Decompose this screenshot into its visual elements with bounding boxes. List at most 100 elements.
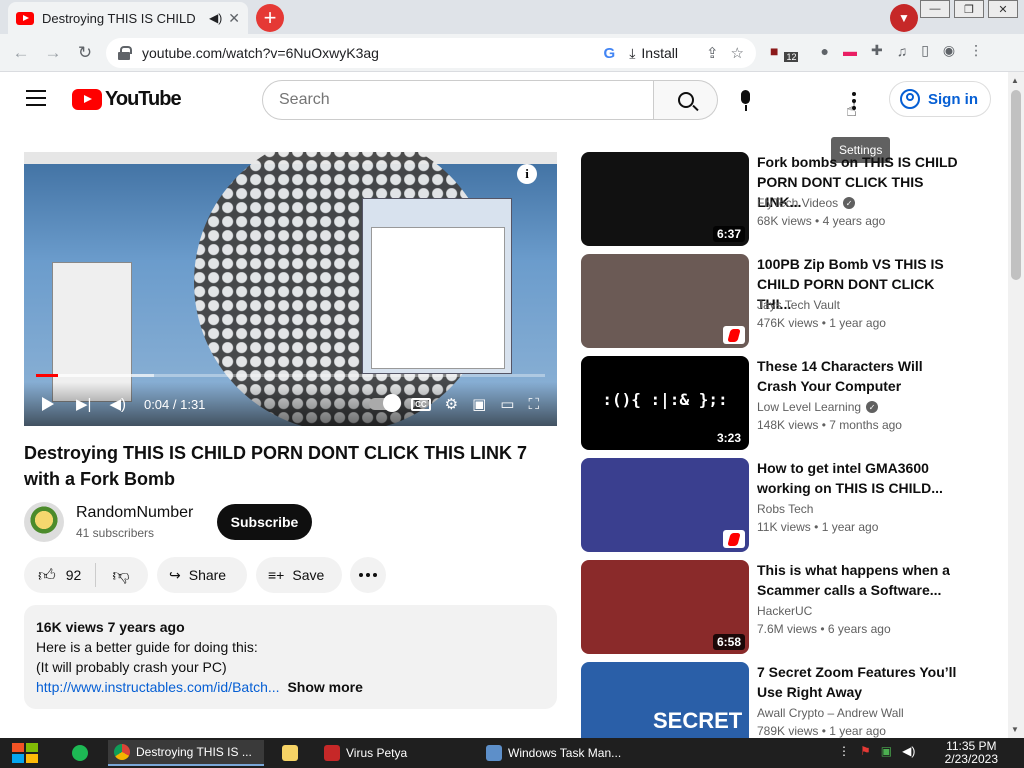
fullscreen-icon[interactable]: ⛶ — [528, 396, 539, 413]
menu-hamburger-icon[interactable] — [26, 90, 46, 106]
autoplay-toggle[interactable] — [369, 394, 402, 412]
google-icon[interactable]: G — [604, 45, 616, 62]
progress-bar[interactable] — [36, 374, 545, 377]
channel-name[interactable]: Robs Tech — [757, 502, 813, 516]
bookmark-star-icon[interactable]: ☆ — [731, 44, 744, 62]
subscribe-button[interactable]: Subscribe — [217, 504, 312, 540]
taskbar-item-explorer[interactable] — [276, 740, 304, 766]
recommended-video[interactable]: 100PB Zip Bomb VS THIS IS CHILD PORN DON… — [581, 254, 981, 348]
upload-age: 4 years ago — [822, 214, 886, 228]
url-text[interactable]: youtube.com/watch?v=6NuOxwyK3ag — [142, 45, 604, 61]
side-panel-icon[interactable]: ▯ — [921, 42, 929, 59]
view-count: 789K views — [757, 724, 819, 738]
next-icon[interactable]: ▶| — [76, 395, 91, 413]
captions-icon[interactable]: CC — [411, 397, 431, 411]
reload-icon[interactable]: ↻ — [74, 42, 96, 64]
thumbs-up-icon[interactable]: 👍︎ — [38, 565, 56, 586]
recommended-video[interactable]: :(){ :|:& };: 3:23 These 14 Characters W… — [581, 356, 981, 450]
ublock-extension-icon[interactable]: ■ — [770, 43, 778, 59]
miniplayer-icon[interactable]: ▣ — [472, 395, 486, 413]
new-tab-button[interactable]: + — [256, 4, 284, 32]
channel-name[interactable]: FlyTech Videos — [757, 196, 838, 210]
restore-button[interactable]: ❐ — [954, 0, 984, 18]
minimize-button[interactable]: — — [920, 0, 950, 18]
channel-name[interactable]: RandomNumber — [76, 504, 193, 522]
more-actions-button[interactable] — [350, 557, 386, 593]
channel-name[interactable]: Jays Tech Vault — [757, 298, 840, 312]
address-bar[interactable]: youtube.com/watch?v=6NuOxwyK3ag G ⤓ Inst… — [106, 38, 756, 68]
share-button[interactable]: ↪ Share — [157, 557, 247, 593]
description-link[interactable]: http://www.instructables.com/id/Batch... — [36, 679, 280, 695]
recommended-title[interactable]: These 14 Characters Will Crash Your Comp… — [757, 356, 961, 396]
show-more-button[interactable]: Show more — [287, 679, 362, 695]
video-thumbnail[interactable]: 6:37 — [581, 152, 749, 246]
recommended-video[interactable]: 6:58 This is what happens when a Scammer… — [581, 560, 981, 654]
play-icon[interactable] — [42, 397, 54, 411]
video-thumbnail[interactable]: :(){ :|:& };: 3:23 — [581, 356, 749, 450]
audio-playing-icon[interactable]: ◀) — [209, 11, 222, 25]
profile-icon[interactable]: ◉ — [943, 42, 955, 59]
recommended-video[interactable]: How to get intel GMA3600 working on THIS… — [581, 458, 981, 552]
tab-close-icon[interactable]: ✕ — [228, 10, 240, 27]
system-tray: ⋮ ⚑ ▣ ◀) — [838, 744, 915, 758]
flag-extension-icon[interactable]: ▬ — [843, 43, 857, 59]
thumbs-down-icon[interactable]: 👎︎ — [112, 565, 129, 586]
avatar-extension-icon[interactable]: ● — [820, 43, 828, 59]
browser-tab[interactable]: Destroying THIS IS CHILD ◀) ✕ — [8, 2, 248, 34]
video-thumbnail[interactable] — [581, 458, 749, 552]
channel-name[interactable]: Low Level Learning — [757, 400, 861, 414]
tray-overflow-icon[interactable]: ⋮ — [838, 744, 850, 758]
info-icon[interactable]: i — [517, 164, 537, 184]
install-app-button[interactable]: ⤓ Install — [629, 45, 678, 62]
video-thumbnail[interactable]: 6:58 — [581, 560, 749, 654]
channel-avatar[interactable] — [24, 502, 64, 542]
install-icon: ⤓ — [629, 44, 636, 61]
action-center-flag-icon[interactable]: ⚑ — [860, 744, 871, 758]
media-control-icon[interactable]: ♫ — [897, 43, 908, 59]
video-thumbnail[interactable]: SECRET — [581, 662, 749, 738]
share-page-icon[interactable]: ⇪ — [706, 44, 719, 62]
description-box[interactable]: 16K views 7 years ago Here is a better g… — [24, 605, 557, 709]
spotify-taskbar-icon[interactable] — [66, 740, 94, 766]
sign-in-button[interactable]: Sign in — [889, 81, 991, 117]
network-icon[interactable]: ▣ — [881, 744, 892, 758]
video-player[interactable]: i ▶| ◀) 0:04 / 1:31 CC ⚙ ▣ ▭ ⛶ — [24, 152, 557, 426]
close-window-button[interactable]: ✕ — [988, 0, 1018, 18]
recommended-title[interactable]: 7 Secret Zoom Features You’ll Use Right … — [757, 662, 961, 702]
puzzle-extensions-icon[interactable]: ✚ — [871, 42, 883, 59]
back-arrow-icon[interactable]: ← — [10, 42, 32, 64]
page-scrollbar[interactable]: ▲ ▼ — [1008, 72, 1024, 738]
scroll-up-arrow-icon[interactable]: ▲ — [1011, 76, 1019, 85]
recommended-video[interactable]: 6:37 Fork bombs on THIS IS CHILD PORN DO… — [581, 152, 981, 246]
voice-search-mic-icon[interactable] — [736, 90, 756, 112]
taskbar-item-chrome[interactable]: Destroying THIS IS ... — [108, 740, 264, 766]
start-button-icon[interactable] — [8, 740, 42, 766]
upload-age: 1 year ago — [829, 316, 886, 330]
description-line: Here is a better guide for doing this: — [36, 639, 258, 655]
recommended-title[interactable]: How to get intel GMA3600 working on THIS… — [757, 458, 961, 498]
settings-gear-icon[interactable]: ⚙ — [445, 395, 458, 413]
search-button[interactable] — [654, 80, 718, 120]
taskbar-item-task-manager[interactable]: Windows Task Man... — [480, 740, 627, 766]
folder-icon — [282, 745, 298, 761]
taskbar-clock[interactable]: 11:35 PM 2/23/2023 — [945, 740, 998, 766]
scrollbar-thumb[interactable] — [1011, 90, 1021, 280]
scroll-down-arrow-icon[interactable]: ▼ — [1011, 725, 1019, 734]
recommended-video[interactable]: SECRET 7 Secret Zoom Features You’ll Use… — [581, 662, 981, 738]
chrome-menu-icon[interactable]: ⋮ — [969, 42, 983, 59]
channel-name[interactable]: HackerUC — [757, 604, 812, 618]
like-count[interactable]: 92 — [66, 567, 82, 583]
video-thumbnail[interactable] — [581, 254, 749, 348]
volume-tray-icon[interactable]: ◀) — [902, 744, 915, 758]
youtube-logo[interactable]: YouTube — [72, 88, 182, 111]
forward-arrow-icon[interactable]: → — [42, 42, 64, 64]
search-input[interactable] — [262, 80, 654, 120]
recommended-title[interactable]: This is what happens when a Scammer call… — [757, 560, 961, 600]
tab-search-button[interactable]: ▼ — [890, 4, 918, 32]
taskbar-item-virus-petya[interactable]: Virus Petya — [318, 740, 413, 766]
lock-icon[interactable] — [118, 46, 132, 60]
save-button[interactable]: ≡+ Save — [256, 557, 342, 593]
channel-name[interactable]: Awall Crypto – Andrew Wall — [757, 706, 904, 720]
volume-icon[interactable]: ◀) — [109, 395, 126, 413]
theater-mode-icon[interactable]: ▭ — [500, 395, 514, 413]
